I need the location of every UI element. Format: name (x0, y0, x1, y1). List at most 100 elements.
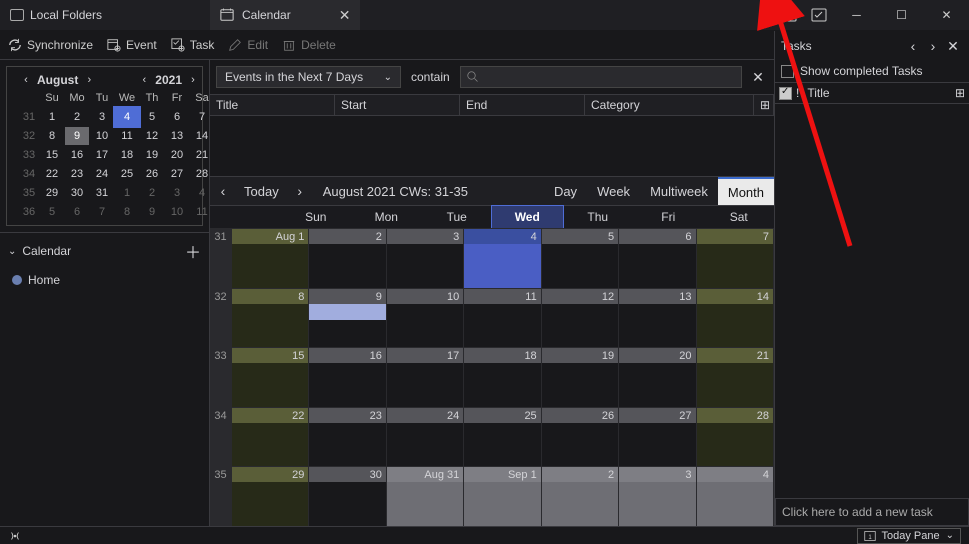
mini-day-cell[interactable]: 11 (115, 127, 139, 145)
nav-prev[interactable]: ‹ (210, 183, 236, 199)
events-filter-dropdown[interactable]: Events in the Next 7 Days ⌄ (216, 66, 401, 88)
day-cell[interactable]: 9 (309, 289, 386, 348)
col-priority-icon[interactable]: ! (796, 86, 799, 100)
event-block[interactable] (464, 244, 540, 288)
event-button[interactable]: Event (107, 30, 157, 60)
mini-day-cell[interactable]: 5 (40, 203, 64, 221)
window-minimize[interactable]: ─ (834, 0, 879, 30)
checkbox-icon[interactable] (781, 65, 794, 78)
day-cell[interactable]: 7 (697, 229, 774, 288)
mini-day-cell[interactable]: 9 (140, 203, 164, 221)
mini-day-cell[interactable]: 13 (165, 127, 189, 145)
tasks-close[interactable]: ✕ (943, 38, 963, 55)
day-cell[interactable]: 5 (542, 229, 619, 288)
day-cell[interactable]: 26 (542, 408, 619, 467)
task-button[interactable]: Task (171, 30, 215, 60)
day-cell[interactable]: 10 (387, 289, 464, 348)
view-tab-day[interactable]: Day (544, 177, 587, 205)
calendar-section-header[interactable]: ⌄ Calendar ＋ (0, 233, 209, 269)
mini-day-cell[interactable]: 10 (165, 203, 189, 221)
day-cell[interactable]: 27 (619, 408, 696, 467)
mini-day-cell[interactable]: 2 (65, 108, 89, 126)
mini-day-cell[interactable]: 23 (65, 165, 89, 183)
day-cell[interactable]: 4 (464, 229, 541, 288)
mini-day-cell[interactable]: 6 (165, 108, 189, 126)
day-cell[interactable]: 18 (464, 348, 541, 407)
day-cell[interactable]: 2 (542, 467, 619, 526)
event-block[interactable] (309, 304, 385, 320)
view-tab-month[interactable]: Month (718, 177, 774, 205)
mini-day-cell[interactable]: 22 (40, 165, 64, 183)
day-cell[interactable]: 22 (232, 408, 309, 467)
mini-day-cell[interactable]: 29 (40, 184, 64, 202)
day-cell[interactable]: 15 (232, 348, 309, 407)
mini-day-cell[interactable]: 24 (90, 165, 114, 183)
column-picker-icon[interactable]: ⊞ (955, 86, 965, 100)
day-cell[interactable]: 6 (619, 229, 696, 288)
view-tab-week[interactable]: Week (587, 177, 640, 205)
calendar-item-home[interactable]: Home (0, 269, 209, 291)
mini-day-cell[interactable]: 26 (140, 165, 164, 183)
mini-day-cell[interactable]: 3 (165, 184, 189, 202)
day-cell[interactable]: 29 (232, 467, 309, 526)
col-end[interactable]: End (460, 95, 585, 115)
mini-next-year[interactable]: › (186, 74, 200, 86)
search-box[interactable] (460, 66, 742, 88)
mini-day-cell[interactable]: 18 (115, 146, 139, 164)
tasks-prev[interactable]: ‹ (903, 38, 923, 54)
col-title[interactable]: Title (210, 95, 335, 115)
day-cell[interactable]: 19 (542, 348, 619, 407)
search-input[interactable] (485, 70, 735, 84)
tasks-pane-toggle[interactable] (804, 0, 834, 30)
window-maximize[interactable]: ☐ (879, 0, 924, 30)
delete-button[interactable]: Delete (282, 30, 336, 60)
calendar-pane-toggle[interactable] (774, 0, 804, 30)
tasks-next[interactable]: › (923, 38, 943, 54)
broadcast-icon[interactable] (8, 529, 22, 543)
today-button[interactable]: Today (236, 184, 287, 199)
mini-day-cell[interactable]: 5 (140, 108, 164, 126)
clear-filter[interactable]: ✕ (748, 69, 768, 86)
mini-day-cell[interactable]: 15 (40, 146, 64, 164)
day-cell[interactable]: 13 (619, 289, 696, 348)
mini-day-cell[interactable]: 1 (40, 108, 64, 126)
mini-day-cell[interactable]: 16 (65, 146, 89, 164)
mini-prev-month[interactable]: ‹ (19, 74, 33, 86)
day-cell[interactable]: 12 (542, 289, 619, 348)
mini-day-cell[interactable]: 20 (165, 146, 189, 164)
tasks-col-title[interactable]: Title (803, 86, 951, 100)
add-calendar-button[interactable]: ＋ (185, 239, 201, 263)
day-cell[interactable]: 17 (387, 348, 464, 407)
day-cell[interactable]: 21 (697, 348, 774, 407)
day-cell[interactable]: 14 (697, 289, 774, 348)
day-cell[interactable]: Aug 31 (387, 467, 464, 526)
mini-prev-year[interactable]: ‹ (137, 74, 151, 86)
day-cell[interactable]: 8 (232, 289, 309, 348)
day-cell[interactable]: Aug 1 (232, 229, 309, 288)
col-start[interactable]: Start (335, 95, 460, 115)
mini-day-cell[interactable]: 10 (90, 127, 114, 145)
mini-day-cell[interactable]: 27 (165, 165, 189, 183)
day-cell[interactable]: 28 (697, 408, 774, 467)
mini-day-cell[interactable]: 25 (115, 165, 139, 183)
day-cell[interactable]: 16 (309, 348, 386, 407)
tab-close-icon[interactable]: ✕ (339, 7, 351, 24)
day-cell[interactable]: 20 (619, 348, 696, 407)
mini-day-cell[interactable]: 17 (90, 146, 114, 164)
day-cell[interactable]: 30 (309, 467, 386, 526)
mini-day-cell[interactable]: 8 (40, 127, 64, 145)
col-check[interactable] (779, 87, 792, 100)
day-cell[interactable]: 24 (387, 408, 464, 467)
day-cell[interactable]: 4 (697, 467, 774, 526)
synchronize-button[interactable]: Synchronize (8, 30, 93, 60)
edit-button[interactable]: Edit (228, 30, 268, 60)
mini-day-cell[interactable]: 12 (140, 127, 164, 145)
add-task-hint[interactable]: Click here to add a new task (775, 498, 969, 526)
mini-day-cell[interactable]: 9 (65, 127, 89, 145)
tab-calendar[interactable]: Calendar ✕ (210, 0, 360, 30)
view-tab-multiweek[interactable]: Multiweek (640, 177, 718, 205)
mini-day-cell[interactable]: 30 (65, 184, 89, 202)
nav-next[interactable]: › (287, 183, 313, 199)
day-cell[interactable]: 3 (619, 467, 696, 526)
mini-day-cell[interactable]: 19 (140, 146, 164, 164)
